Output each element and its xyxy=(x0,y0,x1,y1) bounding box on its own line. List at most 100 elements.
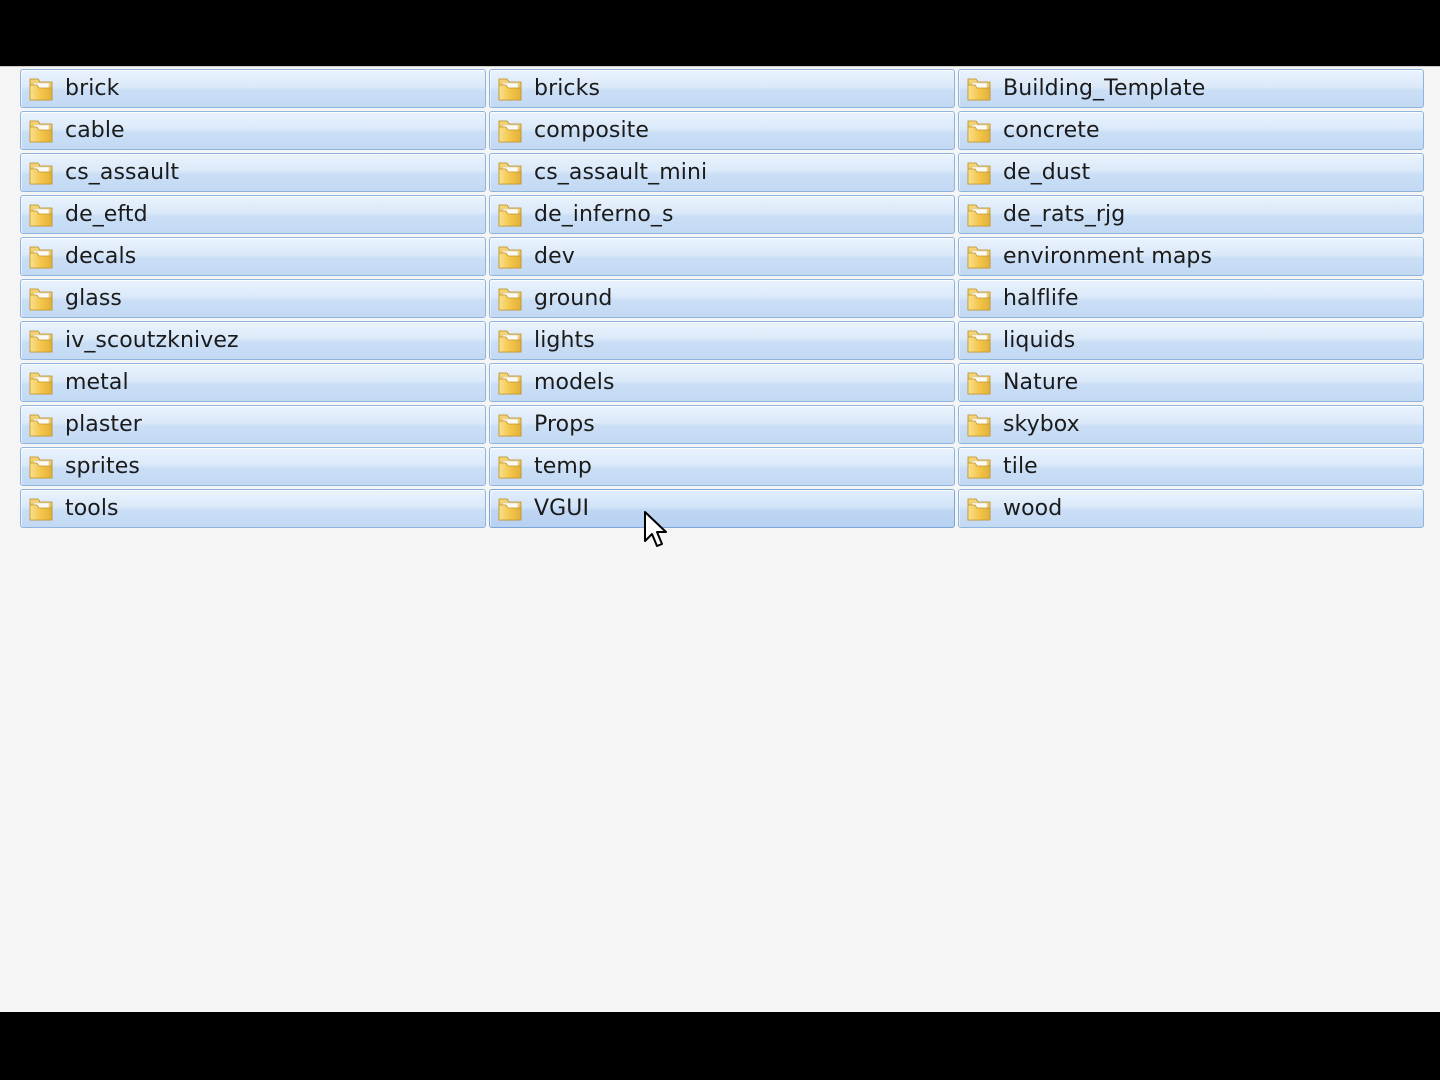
folder-grid: brick bricks Building_Template cable com… xyxy=(20,69,1426,528)
folder-name: bricks xyxy=(534,76,601,101)
folder-icon xyxy=(496,285,524,313)
folder-name: brick xyxy=(65,76,120,101)
folder-icon xyxy=(27,159,55,187)
folder-name: environment maps xyxy=(1003,244,1213,269)
folder-item-plaster[interactable]: plaster xyxy=(20,405,486,444)
folder-item-de-inferno-s[interactable]: de_inferno_s xyxy=(489,195,955,234)
folder-item-ground[interactable]: ground xyxy=(489,279,955,318)
folder-name: skybox xyxy=(1003,412,1080,437)
folder-icon xyxy=(965,117,993,145)
folder-icon xyxy=(27,75,55,103)
folder-icon xyxy=(965,75,993,103)
folder-name: temp xyxy=(534,454,592,479)
folder-icon xyxy=(965,201,993,229)
folder-name: composite xyxy=(534,118,650,143)
folder-name: lights xyxy=(534,328,595,353)
folder-name: cable xyxy=(65,118,125,143)
folder-item-models[interactable]: models xyxy=(489,363,955,402)
folder-name: concrete xyxy=(1003,118,1100,143)
folder-name: liquids xyxy=(1003,328,1076,353)
folder-item-tile[interactable]: tile xyxy=(958,447,1424,486)
folder-item-decals[interactable]: decals xyxy=(20,237,486,276)
folder-item-sprites[interactable]: sprites xyxy=(20,447,486,486)
folder-name: glass xyxy=(65,286,122,311)
folder-item-environment-maps[interactable]: environment maps xyxy=(958,237,1424,276)
folder-name: Building_Template xyxy=(1003,76,1206,101)
folder-name: dev xyxy=(534,244,575,269)
folder-icon xyxy=(27,201,55,229)
folder-item-liquids[interactable]: liquids xyxy=(958,321,1424,360)
file-list-pane[interactable]: brick bricks Building_Template cable com… xyxy=(0,66,1440,1012)
folder-icon xyxy=(27,243,55,271)
folder-name: cs_assault xyxy=(65,160,180,185)
folder-name: iv_scoutzknivez xyxy=(65,328,239,353)
folder-icon xyxy=(496,75,524,103)
folder-icon xyxy=(27,369,55,397)
folder-item-building-template[interactable]: Building_Template xyxy=(958,69,1424,108)
folder-item-concrete[interactable]: concrete xyxy=(958,111,1424,150)
folder-name: Props xyxy=(534,412,595,437)
folder-item-bricks[interactable]: bricks xyxy=(489,69,955,108)
folder-name: de_dust xyxy=(1003,160,1091,185)
folder-icon xyxy=(965,495,993,523)
folder-item-halflife[interactable]: halflife xyxy=(958,279,1424,318)
folder-icon xyxy=(27,411,55,439)
folder-item-vgui[interactable]: VGUI xyxy=(489,489,955,528)
folder-item-skybox[interactable]: skybox xyxy=(958,405,1424,444)
folder-item-metal[interactable]: metal xyxy=(20,363,486,402)
folder-name: models xyxy=(534,370,615,395)
folder-icon xyxy=(27,285,55,313)
folder-icon xyxy=(496,243,524,271)
folder-name: VGUI xyxy=(534,496,590,521)
folder-name: decals xyxy=(65,244,137,269)
folder-name: de_rats_rjg xyxy=(1003,202,1126,227)
folder-item-lights[interactable]: lights xyxy=(489,321,955,360)
folder-name: sprites xyxy=(65,454,140,479)
folder-item-tools[interactable]: tools xyxy=(20,489,486,528)
folder-name: cs_assault_mini xyxy=(534,160,708,185)
folder-icon xyxy=(27,495,55,523)
folder-item-de-rats-rjg[interactable]: de_rats_rjg xyxy=(958,195,1424,234)
folder-item-nature[interactable]: Nature xyxy=(958,363,1424,402)
folder-icon xyxy=(965,369,993,397)
folder-icon xyxy=(27,327,55,355)
folder-icon xyxy=(496,495,524,523)
folder-name: halflife xyxy=(1003,286,1079,311)
folder-item-wood[interactable]: wood xyxy=(958,489,1424,528)
folder-icon xyxy=(27,453,55,481)
folder-icon xyxy=(496,159,524,187)
folder-icon xyxy=(965,285,993,313)
folder-icon xyxy=(496,201,524,229)
screen: brick bricks Building_Template cable com… xyxy=(0,0,1440,1080)
folder-icon xyxy=(965,411,993,439)
folder-item-brick[interactable]: brick xyxy=(20,69,486,108)
folder-item-cs-assault[interactable]: cs_assault xyxy=(20,153,486,192)
folder-icon xyxy=(496,327,524,355)
folder-icon xyxy=(965,327,993,355)
folder-icon xyxy=(27,117,55,145)
folder-name: wood xyxy=(1003,496,1063,521)
folder-name: de_eftd xyxy=(65,202,148,227)
folder-name: plaster xyxy=(65,412,142,437)
folder-item-iv-scoutzknivez[interactable]: iv_scoutzknivez xyxy=(20,321,486,360)
folder-icon xyxy=(965,159,993,187)
folder-item-cs-assault-mini[interactable]: cs_assault_mini xyxy=(489,153,955,192)
folder-name: Nature xyxy=(1003,370,1079,395)
folder-name: tile xyxy=(1003,454,1038,479)
folder-icon xyxy=(496,369,524,397)
folder-icon xyxy=(496,411,524,439)
folder-item-cable[interactable]: cable xyxy=(20,111,486,150)
folder-item-de-dust[interactable]: de_dust xyxy=(958,153,1424,192)
folder-item-composite[interactable]: composite xyxy=(489,111,955,150)
folder-icon xyxy=(965,243,993,271)
folder-item-de-eftd[interactable]: de_eftd xyxy=(20,195,486,234)
folder-icon xyxy=(496,453,524,481)
folder-item-glass[interactable]: glass xyxy=(20,279,486,318)
folder-name: de_inferno_s xyxy=(534,202,674,227)
folder-item-dev[interactable]: dev xyxy=(489,237,955,276)
folder-item-props[interactable]: Props xyxy=(489,405,955,444)
folder-item-temp[interactable]: temp xyxy=(489,447,955,486)
folder-icon xyxy=(965,453,993,481)
folder-icon xyxy=(496,117,524,145)
folder-name: tools xyxy=(65,496,119,521)
